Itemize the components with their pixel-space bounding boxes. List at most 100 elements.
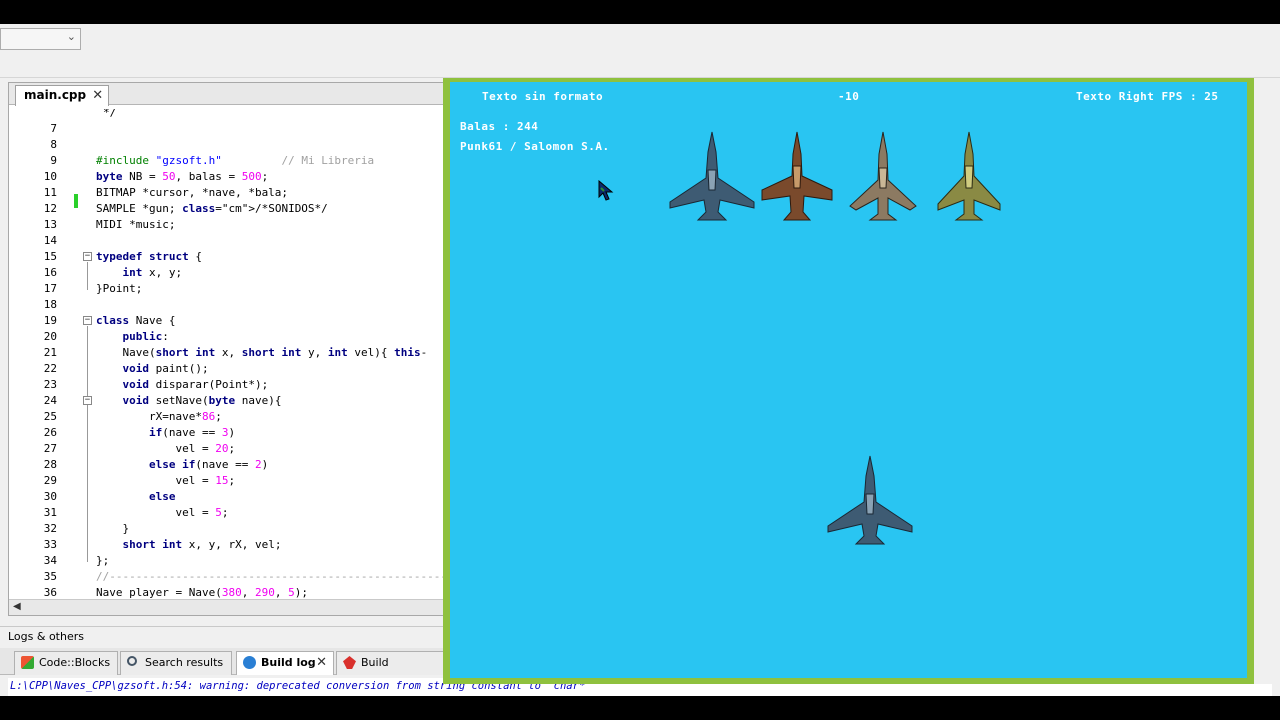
code-line[interactable]: } [96,521,129,537]
code-line[interactable]: short int x, y, rX, vel; [96,537,282,553]
line-number: 27 [43,442,57,455]
code-line[interactable]: void setNave(byte nave){ [96,393,282,409]
code-line[interactable]: vel = 20; [96,441,235,457]
line-number: 8 [50,138,57,151]
fold-toggle-icon[interactable]: − [83,316,92,325]
code-line[interactable]: typedef struct { [96,249,202,265]
fold-toggle-icon[interactable]: − [83,396,92,405]
editor-tab-bar: main.cpp ✕ [9,83,445,106]
tab-label: main.cpp [24,88,87,102]
jet-fighter-icon-tan [849,131,917,221]
line-number: 33 [43,538,57,551]
line-number: 19 [43,314,57,327]
code-line[interactable]: }; [96,553,109,569]
tab-label: Code::Blocks [39,656,111,669]
code-line[interactable]: vel = 15; [96,473,235,489]
line-number: 22 [43,362,57,375]
code-line[interactable]: SAMPLE *gun; class="cm">/*SONIDOS*/ [96,201,328,217]
horizontal-scrollbar[interactable]: ◀ [9,599,443,615]
scroll-left-icon[interactable]: ◀ [13,601,21,612]
line-number: 12 [43,202,57,215]
code-line[interactable]: class Nave { [96,313,175,329]
line-number: 25 [43,410,57,423]
tab-label: Build log [261,656,316,669]
line-number: 10 [43,170,57,183]
line-number: 13 [43,218,57,231]
line-number: 31 [43,506,57,519]
code-line[interactable]: vel = 5; [96,505,228,521]
code-area[interactable]: */ 7 8 9 #include "gzsoft.h" // Mi Libreria 1… [9,109,443,601]
tab-search-results[interactable]: Search results [120,651,232,675]
tab-main-cpp[interactable]: main.cpp ✕ [15,85,110,106]
tab-code-blocks[interactable]: Code::Blocks [14,651,118,675]
code-line[interactable]: */ [103,109,116,121]
mouse-cursor-icon [598,180,614,201]
line-number: 18 [43,298,57,311]
chevron-down-icon[interactable]: ⌄ [67,30,76,43]
hud-center-score: -10 [838,90,860,103]
tab-build-messages[interactable]: Build messages [336,651,444,691]
code-line[interactable]: void disparar(Point*); [96,377,269,393]
line-number: 15 [43,250,57,263]
code-line[interactable]: else [96,489,176,505]
line-number: 11 [43,186,57,199]
line-number: 16 [43,266,57,279]
code-line[interactable]: MIDI *music; [96,217,175,233]
line-number: 21 [43,346,57,359]
player-ship-icon [827,455,913,545]
codeblocks-icon [21,656,34,669]
line-number: 20 [43,330,57,343]
hud-credits: Punk61 / Salomon S.A. [460,140,610,153]
line-number: 14 [43,234,57,247]
code-editor: main.cpp ✕ */ 7 8 9 #include "gzsoft.h" // M… [8,82,445,616]
code-line[interactable]: rX=nave*86; [96,409,222,425]
code-line[interactable]: public: [96,329,169,345]
code-line[interactable]: Nave(short int x, short int y, int vel){… [96,345,427,361]
code-line[interactable]: void paint(); [96,361,209,377]
right-edge-strip [1254,78,1280,684]
code-line[interactable]: int x, y; [96,265,183,281]
close-icon[interactable]: ✕ [316,652,327,674]
line-number: 17 [43,282,57,295]
fold-guide [87,406,88,530]
game-canvas[interactable]: Texto sin formato -10 Texto Right FPS : … [450,82,1247,678]
hud-left-text: Texto sin formato [482,90,604,103]
code-line[interactable]: byte NB = 50, balas = 500; [96,169,268,185]
line-number: 30 [43,490,57,503]
hud-balas-count: Balas : 244 [460,120,539,133]
hud-right-fps: Texto Right FPS : 25 [1076,90,1219,103]
search-icon [127,656,137,666]
jet-fighter-icon-olive [937,131,1001,221]
tab-build-log[interactable]: Build log ✕ [236,651,334,675]
line-number: 24 [43,394,57,407]
desktop-screen: ⌄ main.cpp ✕ */ 7 8 9 #include "gzsoft.h" //… [0,24,1280,696]
build-messages-icon [343,656,356,669]
line-number: 28 [43,458,57,471]
code-line[interactable]: else if(nave == 2) [96,457,268,473]
game-window: Texto sin formato -10 Texto Right FPS : … [443,78,1254,684]
code-line[interactable]: }Point; [96,281,142,297]
jet-fighter-icon-brown [761,131,833,221]
close-icon[interactable]: ✕ [92,86,103,105]
modified-line-marker [74,194,78,208]
line-number: 7 [50,122,57,135]
line-number [9,109,57,121]
line-number: 34 [43,554,57,567]
line-number: 26 [43,426,57,439]
line-number: 35 [43,570,57,583]
code-line[interactable]: if(nave == 3) [96,425,235,441]
tab-label: Search results [145,656,224,669]
build-target-combobox[interactable]: ⌄ [0,28,81,50]
build-gear-icon [243,656,256,669]
code-line[interactable]: #include "gzsoft.h" // Mi Libreria [96,153,374,169]
fold-guide [87,262,88,290]
fold-toggle-icon[interactable]: − [83,252,92,261]
line-number: 32 [43,522,57,535]
line-number: 29 [43,474,57,487]
code-line[interactable]: BITMAP *cursor, *nave, *bala; [96,185,288,201]
code-line[interactable]: //--------------------------------------… [96,569,443,585]
ide-toolbar: ⌄ [0,24,1280,78]
line-number: 9 [50,154,57,167]
line-number: 23 [43,378,57,391]
jet-fighter-icon-blue [669,131,755,221]
